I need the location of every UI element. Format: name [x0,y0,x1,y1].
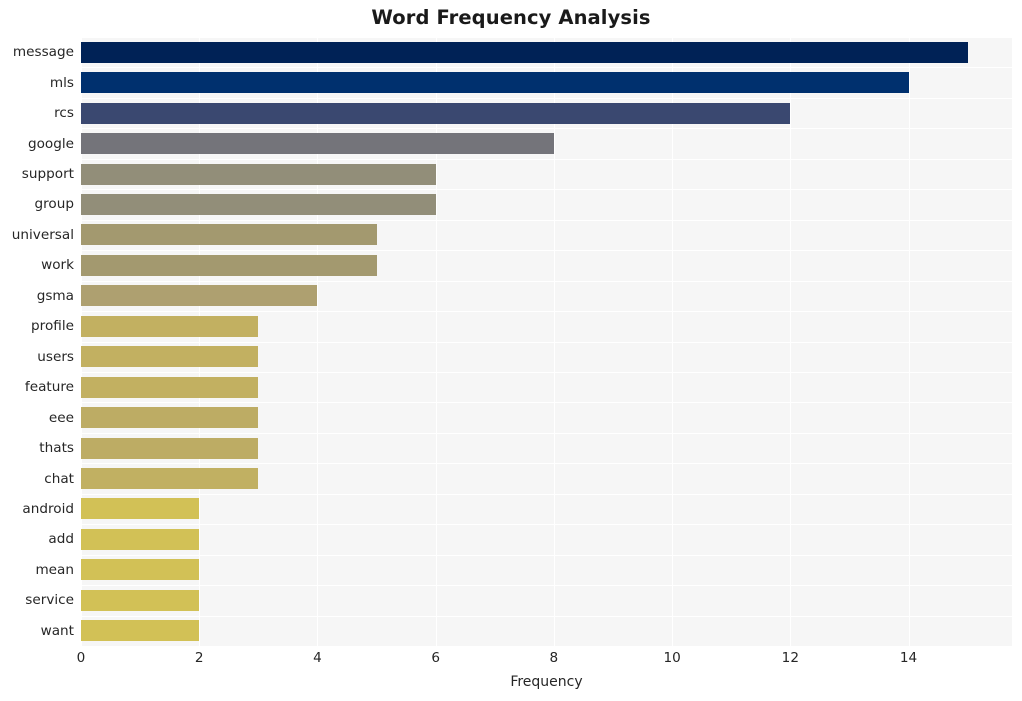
bar [81,498,200,520]
bar [81,620,200,642]
bar [81,163,436,185]
bar [81,559,200,581]
bar [81,224,377,246]
bar [81,468,259,490]
bar [81,133,554,155]
bar [81,254,377,276]
chart-title: Word Frequency Analysis [371,6,651,29]
y-axis-tick-label: message [12,44,74,61]
y-axis-tick-label: universal [11,226,74,243]
y-axis-tick-labels: message mls rcs google support group universal… [0,37,74,646]
bar [81,41,968,63]
y-axis-tick-label: add [48,531,74,548]
y-axis-tick-label: gsma [36,287,74,304]
x-axis-tick-label: 14 [899,650,918,666]
y-axis-tick-label: feature [24,379,74,396]
y-axis-tick-label: google [27,135,74,152]
bar [81,72,909,94]
x-axis-tick-label: 4 [313,650,322,666]
bar [81,346,259,368]
y-axis-tick-label: group [34,196,74,213]
x-axis-tick-label: 8 [549,650,559,666]
y-axis-tick-label: want [40,622,74,639]
x-axis-tick-label: 6 [431,650,440,666]
x-axis-tick-label: 2 [194,650,204,666]
bar [81,193,436,215]
x-axis-tick-label: 12 [781,650,799,666]
plot-area [81,37,1012,646]
bar [81,407,259,429]
y-axis-tick-label: service [25,592,74,609]
x-axis-tick-labels: 0 2 4 6 8 10 12 14 [0,649,1022,671]
y-axis-tick-label: users [37,348,74,365]
bar [81,102,791,124]
y-axis-tick-label: eee [48,409,74,426]
y-axis-tick-label: chat [44,470,74,487]
y-axis-tick-label: thats [39,440,74,457]
bar [81,376,259,398]
y-axis-tick-label: profile [31,318,74,335]
x-axis-tick-label: 10 [663,650,681,666]
y-axis-tick-label: support [21,166,74,183]
bar [81,285,318,307]
x-axis-label: Frequency [510,674,583,690]
y-axis-tick-label: work [41,257,74,274]
bar [81,589,200,611]
bar [81,315,259,337]
y-axis-tick-label: mean [35,561,74,578]
y-axis-tick-label: mls [49,74,74,91]
y-axis-tick-label: android [22,500,74,517]
bar [81,528,200,550]
x-axis-tick-label: 0 [76,650,86,666]
word-frequency-bar-chart: Word Frequency Analysis message mls rcs goo… [0,0,1022,701]
y-axis-tick-label: rcs [54,105,74,122]
bars-layer [81,37,1012,646]
bar [81,437,259,459]
